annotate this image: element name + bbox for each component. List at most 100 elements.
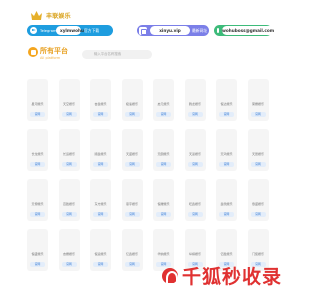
platform-visit-button[interactable]: 官网: [124, 162, 140, 167]
platform-name: 顺鑫娱乐: [94, 152, 107, 156]
platform-card[interactable]: 鑫鼎娱乐 官网: [216, 179, 237, 221]
platform-name: 恒盛娱乐: [31, 252, 44, 256]
platform-name: 恒达娱乐: [220, 102, 233, 106]
platform-name: 天盛娱乐: [125, 152, 138, 156]
platform-name: 天博娱乐: [31, 202, 44, 206]
platform-visit-button[interactable]: 官网: [61, 112, 77, 117]
platform-visit-button[interactable]: 官网: [124, 262, 140, 267]
platform-name: 鑫鼎娱乐: [220, 202, 233, 206]
platform-visit-button[interactable]: 官网: [187, 212, 203, 217]
platform-card[interactable]: 恒运娱乐 官网: [90, 229, 111, 271]
platform-name: 长龙娱乐: [31, 152, 44, 156]
link-icon: [139, 26, 147, 35]
telegram-handle[interactable]: xylmwohu: [56, 26, 84, 35]
mail-icon: [217, 28, 219, 33]
platform-visit-button[interactable]: 官网: [93, 112, 108, 117]
platform-card[interactable]: 腾龙娱乐 官网: [184, 79, 206, 121]
platform-visit-button[interactable]: 官网: [30, 162, 45, 167]
platform-visit-button[interactable]: 官网: [93, 212, 108, 217]
platform-name: 天辰娱乐: [251, 152, 264, 156]
site-url[interactable]: xinyu.vip: [150, 26, 190, 35]
platform-card[interactable]: 亿鑫娱乐 官网: [121, 229, 143, 271]
platform-card[interactable]: 天盛娱乐 官网: [121, 129, 143, 171]
platform-name: 百胜娱乐: [62, 202, 75, 206]
platform-card[interactable]: 天辰娱乐 官网: [247, 129, 269, 171]
watermark: 千狐秒收录: [162, 262, 282, 289]
platform-card[interactable]: 启元娱乐 官网: [153, 79, 174, 121]
watermark-text: 千狐秒收录: [182, 266, 283, 288]
platform-name: 极速娱乐: [125, 102, 138, 106]
search-input[interactable]: 输入平台名称搜索: [82, 50, 152, 59]
platform-visit-button[interactable]: 官网: [124, 112, 140, 117]
platform-name: 荣耀娱乐: [251, 102, 264, 106]
platform-visit-button[interactable]: 官网: [219, 162, 234, 167]
platform-name: 天鸿娱乐: [220, 152, 233, 156]
platform-card[interactable]: 恩宇娱乐 官网: [121, 179, 143, 221]
platform-card[interactable]: 杏耀娱乐 官网: [58, 229, 80, 271]
section-title: 所有平台: [40, 47, 68, 55]
platform-visit-button[interactable]: 官网: [187, 162, 203, 167]
email-bar: wohuboss@gmail.com: [214, 25, 275, 36]
platform-name: 杏耀娱乐: [62, 252, 75, 256]
platform-visit-button[interactable]: 官网: [156, 112, 171, 117]
platform-visit-button[interactable]: 官网: [124, 212, 140, 217]
platform-visit-button[interactable]: 官网: [219, 112, 234, 117]
platform-visit-button[interactable]: 官网: [219, 212, 234, 217]
platform-card[interactable]: 鼎盛娱乐 官网: [247, 179, 269, 221]
platform-card[interactable]: 顺鑫娱乐 官网: [90, 129, 111, 171]
section-subtitle: All platform: [40, 56, 61, 60]
platform-name: 华纳娱乐: [157, 252, 170, 256]
platform-name: 长运娱乐: [62, 152, 75, 156]
platform-card[interactable]: 天蓝娱乐 官网: [184, 129, 206, 171]
platform-visit-button[interactable]: 官网: [187, 112, 203, 117]
platform-visit-button[interactable]: 官网: [250, 212, 266, 217]
platform-visit-button[interactable]: 官网: [250, 162, 266, 167]
platform-card[interactable]: 长龙娱乐 官网: [27, 129, 48, 171]
platform-card[interactable]: 长运娱乐 官网: [58, 129, 80, 171]
site-logo[interactable]: 丰联娱乐: [30, 10, 71, 21]
platform-card[interactable]: 杏鑫娱乐 官网: [90, 79, 111, 121]
platform-visit-button[interactable]: 官网: [61, 212, 77, 217]
email-address[interactable]: wohuboss@gmail.com: [222, 26, 275, 35]
platform-card[interactable]: 天朗娱乐 官网: [153, 129, 174, 171]
telegram-bar: Telegram: xylmwohu 官方下载: [27, 25, 113, 36]
platform-visit-button[interactable]: 官网: [250, 112, 266, 117]
platform-visit-button[interactable]: 官网: [93, 162, 108, 167]
platform-visit-button[interactable]: 官网: [156, 162, 171, 167]
platform-name: 星河娱乐: [31, 102, 44, 106]
platform-card[interactable]: 天鸿娱乐 官网: [216, 129, 237, 171]
platform-visit-button[interactable]: 官网: [61, 162, 77, 167]
platform-name: 启元娱乐: [157, 102, 170, 106]
download-button[interactable]: 官方下载: [81, 28, 99, 34]
platform-name: 纵横娱乐: [188, 252, 201, 256]
platform-icon: [28, 47, 38, 57]
platform-name: 天空娱乐: [62, 102, 75, 106]
fox-logo-icon: [162, 267, 178, 285]
latest-url-button[interactable]: 最新网址: [190, 28, 207, 34]
platform-card[interactable]: 百胜娱乐 官网: [58, 179, 80, 221]
platform-visit-button[interactable]: 官网: [156, 212, 171, 217]
platform-visit-button[interactable]: 官网: [30, 212, 45, 217]
platform-card[interactable]: 东方娱乐 官网: [90, 179, 111, 221]
platform-name: 亿胜娱乐: [220, 252, 233, 256]
platform-card[interactable]: 恒盛娱乐 官网: [27, 229, 48, 271]
platform-card[interactable]: 天博娱乐 官网: [27, 179, 48, 221]
platform-card[interactable]: 极速娱乐 官网: [121, 79, 143, 121]
telegram-icon: [30, 27, 37, 34]
platform-name: 腾龙娱乐: [188, 102, 201, 106]
platform-visit-button[interactable]: 官网: [30, 262, 45, 267]
platform-card[interactable]: 恒耀娱乐 官网: [153, 179, 174, 221]
platform-card[interactable]: 旺鑫娱乐 官网: [184, 179, 206, 221]
platform-visit-button[interactable]: 官网: [61, 262, 77, 267]
logo-text: 丰联娱乐: [46, 13, 71, 20]
platform-card[interactable]: 荣耀娱乐 官网: [247, 79, 269, 121]
platform-card[interactable]: 恒达娱乐 官网: [216, 79, 237, 121]
crown-icon: [30, 10, 43, 21]
platform-visit-button[interactable]: 官网: [30, 112, 45, 117]
platform-name: 旺鑫娱乐: [188, 202, 201, 206]
platform-name: 杏鑫娱乐: [94, 102, 107, 106]
platform-visit-button[interactable]: 官网: [93, 262, 108, 267]
platform-name: 恒运娱乐: [94, 252, 107, 256]
platform-card[interactable]: 天空娱乐 官网: [58, 79, 80, 121]
platform-card[interactable]: 星河娱乐 官网: [27, 79, 48, 121]
